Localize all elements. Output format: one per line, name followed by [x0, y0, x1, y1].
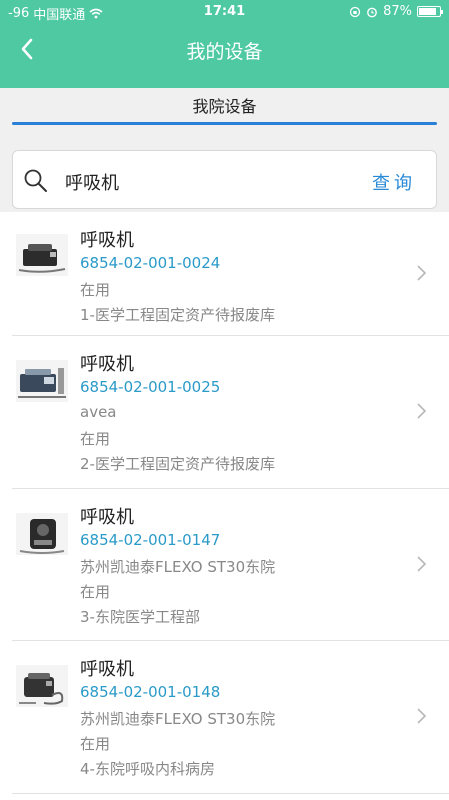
ventilator-thumbnail: [16, 360, 68, 402]
device-list: 呼吸机 6854-02-001-0024 在用 1-医学工程固定资产待报废库 呼…: [0, 212, 449, 800]
device-code: 6854-02-001-0024: [80, 254, 221, 272]
nav-bar: 我的设备: [0, 24, 449, 76]
device-name: 呼吸机: [80, 230, 134, 251]
app-header: -96 中国联通 17:41 87% 我的设备: [0, 0, 449, 88]
search-bar: 呼吸机 查询: [12, 150, 437, 209]
chevron-right-icon: [417, 556, 427, 572]
search-input[interactable]: 呼吸机: [65, 169, 119, 195]
device-code: 6854-02-001-0148: [80, 683, 221, 701]
device-location: 2-医学工程固定资产待报废库: [80, 455, 275, 473]
device-model: 苏州凯迪泰FLEXO ST30东院: [80, 710, 276, 728]
device-item[interactable]: 呼吸机 6854-02-001-0025 avea 在用 2-医学工程固定资产待…: [0, 336, 449, 489]
status-bar: -96 中国联通 17:41 87%: [0, 0, 449, 24]
device-location: 3-东院医学工程部: [80, 608, 200, 626]
ventilator-thumbnail: [16, 234, 68, 276]
ventilator-thumbnail: [16, 665, 68, 707]
device-status: 在用: [80, 583, 111, 601]
page-title: 我的设备: [186, 41, 263, 63]
divider: [12, 793, 449, 794]
status-right: 87%: [349, 4, 443, 19]
tab-hospital-devices[interactable]: 我院设备: [12, 88, 437, 124]
device-code: 6854-02-001-0147: [80, 531, 221, 549]
tab-bar: 我院设备: [0, 88, 449, 138]
query-button[interactable]: 查询: [372, 169, 416, 195]
battery-icon: [417, 6, 443, 17]
device-model: avea: [80, 403, 117, 421]
chevron-right-icon: [417, 265, 427, 281]
device-location: 1-医学工程固定资产待报废库: [80, 306, 275, 324]
device-status: 在用: [80, 281, 111, 299]
device-location: 4-东院呼吸内科病房: [80, 760, 215, 778]
tab-underline: [12, 122, 437, 125]
device-status: 在用: [80, 430, 111, 448]
search-icon: [24, 169, 47, 192]
battery-percent: 87%: [383, 4, 412, 19]
device-item[interactable]: 呼吸机 6854-02-001-0148 苏州凯迪泰FLEXO ST30东院 在…: [0, 641, 449, 794]
ventilator-thumbnail: [16, 513, 68, 555]
chevron-right-icon: [417, 403, 427, 419]
device-item[interactable]: 呼吸机 6854-02-001-0024 在用 1-医学工程固定资产待报废库: [0, 212, 449, 336]
device-name: 呼吸机: [80, 354, 134, 375]
chevron-right-icon: [417, 708, 427, 724]
orientation-lock-icon: [349, 6, 361, 17]
device-status: 在用: [80, 735, 111, 753]
device-name: 呼吸机: [80, 659, 134, 680]
device-item[interactable]: 呼吸机 6854-02-001-0147 苏州凯迪泰FLEXO ST30东院 在…: [0, 489, 449, 641]
device-name: 呼吸机: [80, 507, 134, 528]
device-code: 6854-02-001-0025: [80, 378, 221, 396]
alarm-icon: [367, 7, 377, 17]
device-model: 苏州凯迪泰FLEXO ST30东院: [80, 558, 276, 576]
